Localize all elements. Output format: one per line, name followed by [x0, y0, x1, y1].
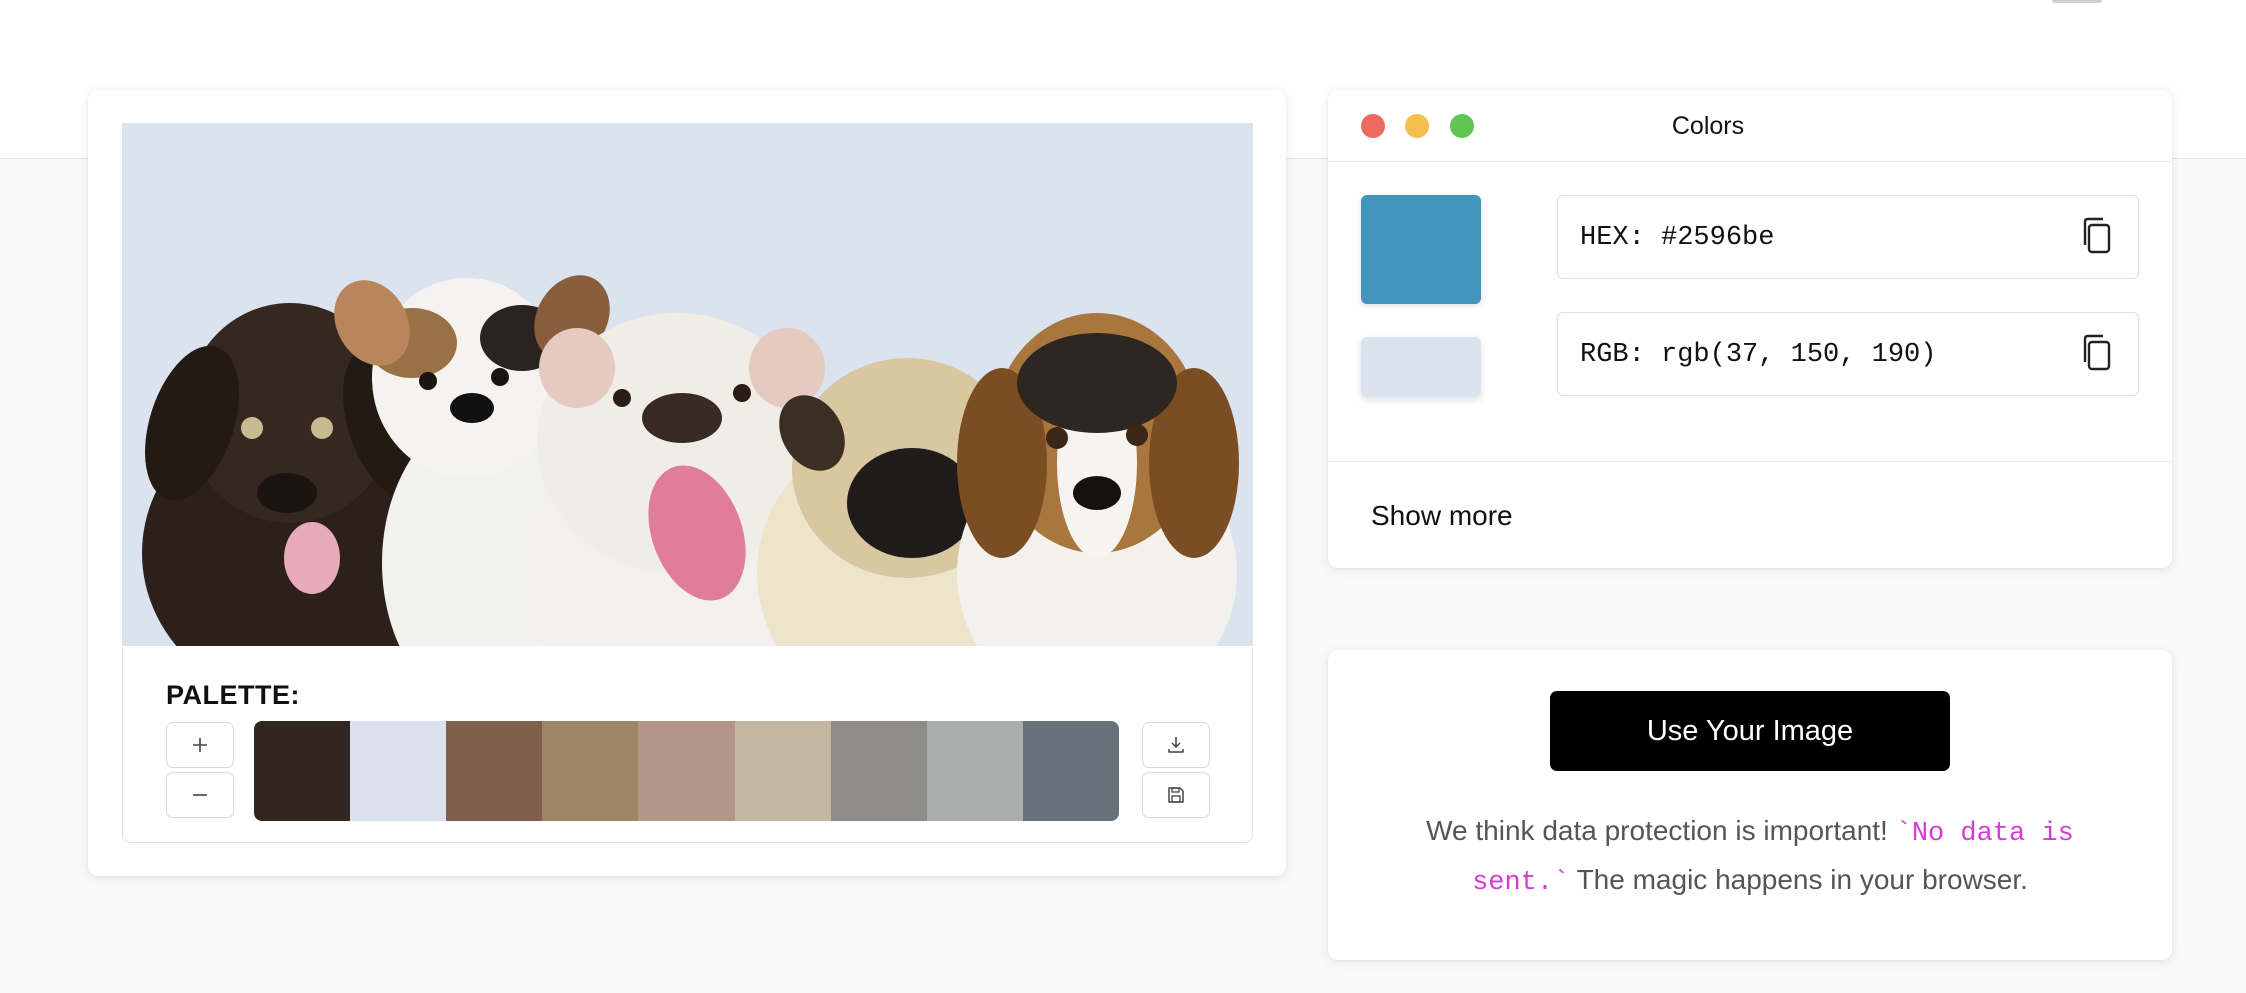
- download-palette-button[interactable]: [1142, 722, 1210, 768]
- palette-swatch[interactable]: [254, 721, 351, 821]
- remove-color-button[interactable]: [166, 772, 234, 818]
- minus-icon: [193, 794, 207, 796]
- hex-field: HEX: #2596be: [1557, 195, 2139, 279]
- window-maximize-button[interactable]: [1450, 114, 1474, 138]
- privacy-notice-tail: The magic happens in your browser.: [1569, 864, 2028, 895]
- palette-swatch[interactable]: [350, 721, 447, 821]
- window-minimize-button[interactable]: [1405, 114, 1429, 138]
- download-icon: [1168, 737, 1184, 753]
- palette-swatches: [254, 721, 1119, 821]
- puppies-image: [122, 123, 1253, 646]
- source-image: [122, 123, 1253, 646]
- palette-swatch[interactable]: [542, 721, 639, 821]
- show-more-link[interactable]: Show more: [1371, 500, 1513, 532]
- palette-swatch[interactable]: [1022, 721, 1119, 821]
- use-your-image-button[interactable]: Use Your Image: [1550, 691, 1950, 771]
- colors-divider: [1328, 461, 2172, 462]
- palette-swatch[interactable]: [446, 721, 543, 821]
- palette-swatch[interactable]: [926, 721, 1023, 821]
- palette-swatch[interactable]: [638, 721, 735, 821]
- save-icon: [1168, 787, 1184, 803]
- copy-hex-button[interactable]: [2080, 217, 2114, 262]
- palette-title: PALETTE:: [166, 680, 300, 710]
- window-close-button[interactable]: [1361, 114, 1385, 138]
- privacy-notice-text: We think data protection is important!: [1426, 815, 1896, 846]
- copy-icon: [2083, 217, 2111, 254]
- selected-color-swatch[interactable]: [1361, 195, 1481, 304]
- copy-icon: [2083, 334, 2111, 371]
- privacy-notice: We think data protection is important! `…: [1400, 808, 2100, 906]
- rgb-value: RGB: rgb(37, 150, 190): [1580, 340, 1937, 370]
- colors-window-title: Colors: [1671, 112, 1745, 140]
- palette-swatch[interactable]: [830, 721, 927, 821]
- save-palette-button[interactable]: [1142, 772, 1210, 818]
- title-divider: [1328, 161, 2172, 162]
- copy-rgb-button[interactable]: [2080, 334, 2114, 379]
- plus-icon: [193, 738, 207, 752]
- hex-value: HEX: #2596be: [1580, 223, 1775, 253]
- rgb-field: RGB: rgb(37, 150, 190): [1557, 312, 2139, 396]
- palette-swatch[interactable]: [734, 721, 831, 821]
- top-bar-handle: [2052, 0, 2102, 3]
- secondary-color-swatch[interactable]: [1361, 337, 1481, 397]
- add-color-button[interactable]: [166, 722, 234, 768]
